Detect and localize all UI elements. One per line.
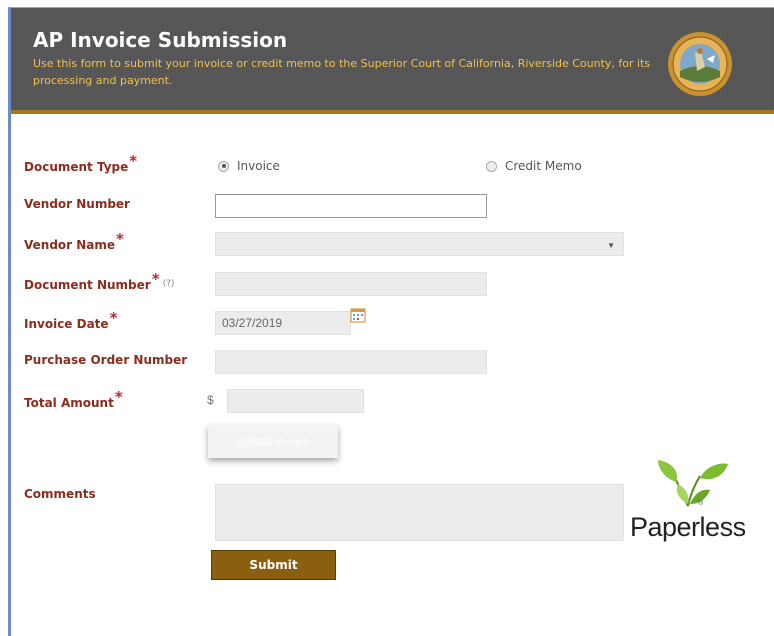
document-number-input[interactable] <box>215 272 487 296</box>
page-subtitle: Use this form to submit your invoice or … <box>33 57 651 87</box>
vendor-name-select[interactable]: ▼ <box>215 232 624 256</box>
registered-mark: ® <box>698 500 704 507</box>
page-header: AP Invoice Submission Use this form to s… <box>11 8 774 114</box>
radio-invoice[interactable]: Invoice <box>218 159 280 173</box>
court-seal-icon <box>668 32 732 96</box>
radio-invoice-label: Invoice <box>237 159 280 173</box>
document-type-label: Document Type* <box>24 152 138 174</box>
invoice-date-label: Invoice Date* <box>24 309 118 331</box>
total-amount-label: Total Amount* <box>24 388 123 410</box>
page-title: AP Invoice Submission <box>33 28 288 52</box>
total-amount-input[interactable] <box>227 389 364 413</box>
vendor-name-label: Vendor Name* <box>24 230 124 252</box>
radio-checked-icon <box>218 160 229 172</box>
submit-button[interactable]: Submit <box>211 550 336 580</box>
purchase-order-number-label: Purchase Order Number <box>24 353 188 367</box>
vendor-number-label: Vendor Number <box>24 197 130 211</box>
comments-textarea[interactable] <box>215 484 624 541</box>
calendar-icon[interactable] <box>350 307 366 323</box>
currency-symbol: $ <box>207 393 214 407</box>
radio-unchecked-icon <box>486 160 497 172</box>
upload-invoice-button[interactable]: Upload Invoice <box>208 425 338 458</box>
document-number-label: Document Number* (?) <box>24 270 175 292</box>
vendor-number-input[interactable] <box>215 194 487 218</box>
radio-credit-memo[interactable]: Credit Memo <box>486 159 582 173</box>
paperless-logo-text: Paperless <box>630 512 746 542</box>
paperless-leaf-icon <box>658 460 728 507</box>
help-icon[interactable]: (?) <box>163 279 175 289</box>
invoice-date-input[interactable]: 03/27/2019 <box>215 311 351 335</box>
purchase-order-number-input[interactable] <box>215 350 487 374</box>
comments-label: Comments <box>24 487 96 501</box>
radio-credit-memo-label: Credit Memo <box>505 159 582 173</box>
chevron-down-icon: ▼ <box>607 241 615 250</box>
